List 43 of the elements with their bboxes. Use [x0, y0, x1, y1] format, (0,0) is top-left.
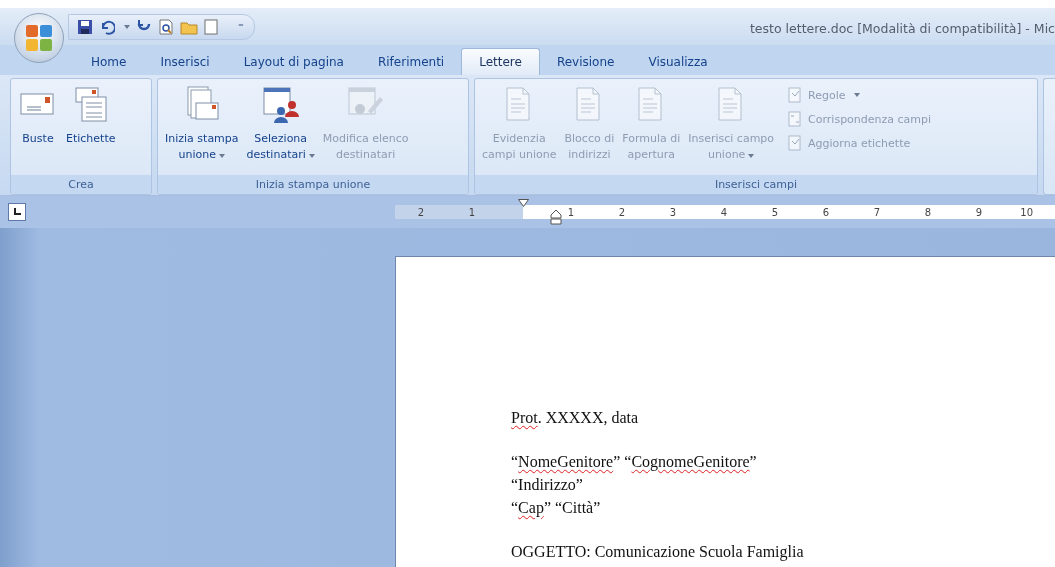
- ruler-number: 7: [873, 206, 880, 218]
- ribbon-tab[interactable]: Riferimenti: [360, 49, 462, 75]
- ruler-number: 4: [720, 206, 727, 218]
- office-logo-icon: [24, 23, 54, 53]
- ruler-number: 9: [975, 206, 982, 218]
- left-tab-icon: [13, 208, 21, 216]
- ruler-number: 2: [417, 206, 424, 218]
- customize-toolbar-button[interactable]: ⁼: [238, 20, 244, 33]
- ribbon-button[interactable]: Seleziona destinatari: [243, 85, 318, 163]
- tab-selector-button[interactable]: [8, 203, 26, 221]
- ribbon-button[interactable]: Inizia stampa unione: [162, 85, 242, 163]
- left-indent-icon[interactable]: [550, 209, 562, 225]
- save-icon[interactable]: [77, 18, 93, 35]
- ruler-number: 5: [771, 206, 778, 218]
- ruler-number: 2: [618, 206, 625, 218]
- group-label: Inserisci campi: [475, 175, 1037, 194]
- caret-icon: [124, 24, 130, 29]
- ribbon-tab[interactable]: Lettere: [461, 48, 540, 75]
- document-line: OGGETTO: Comunicazione Scuola Famiglia: [511, 542, 805, 563]
- ruler-number: 8: [924, 206, 931, 218]
- ribbon-tab[interactable]: Layout di pagina: [226, 49, 361, 75]
- ribbon-tab[interactable]: Revisione: [539, 49, 632, 75]
- ruler-number: 3: [669, 206, 676, 218]
- ribbon-tab[interactable]: Home: [74, 49, 144, 75]
- ribbon-button[interactable]: Buste: [15, 85, 61, 147]
- window-title: testo lettere.doc [Modalità di compatibilità] - Mic: [749, 20, 1055, 36]
- print-preview-icon[interactable]: [158, 18, 174, 35]
- group-label: Crea: [11, 175, 151, 194]
- ribbon-button[interactable]: Etichette: [63, 85, 119, 147]
- ribbon-tab[interactable]: Visualizza: [631, 49, 725, 75]
- recipients-icon: [260, 85, 301, 125]
- undo-icon[interactable]: [99, 18, 115, 35]
- ruler-number: 6: [822, 206, 829, 218]
- ruler-number: 1: [468, 206, 475, 218]
- ruler-number: 10: [1020, 206, 1033, 218]
- document-line: “NomeGenitore” “CognomeGenitore”: [511, 452, 758, 473]
- document-line: “Indirizzo”: [511, 475, 584, 495]
- document-line: Prot. XXXXX, data: [511, 408, 640, 428]
- first-line-indent-icon[interactable]: [518, 199, 529, 207]
- ribbon-tab[interactable]: Inserisci: [143, 49, 227, 75]
- document-line: “Cap” “Città”: [511, 498, 602, 519]
- ruler-number: 1: [567, 206, 574, 218]
- group-label: Inizia stampa unione: [158, 175, 468, 194]
